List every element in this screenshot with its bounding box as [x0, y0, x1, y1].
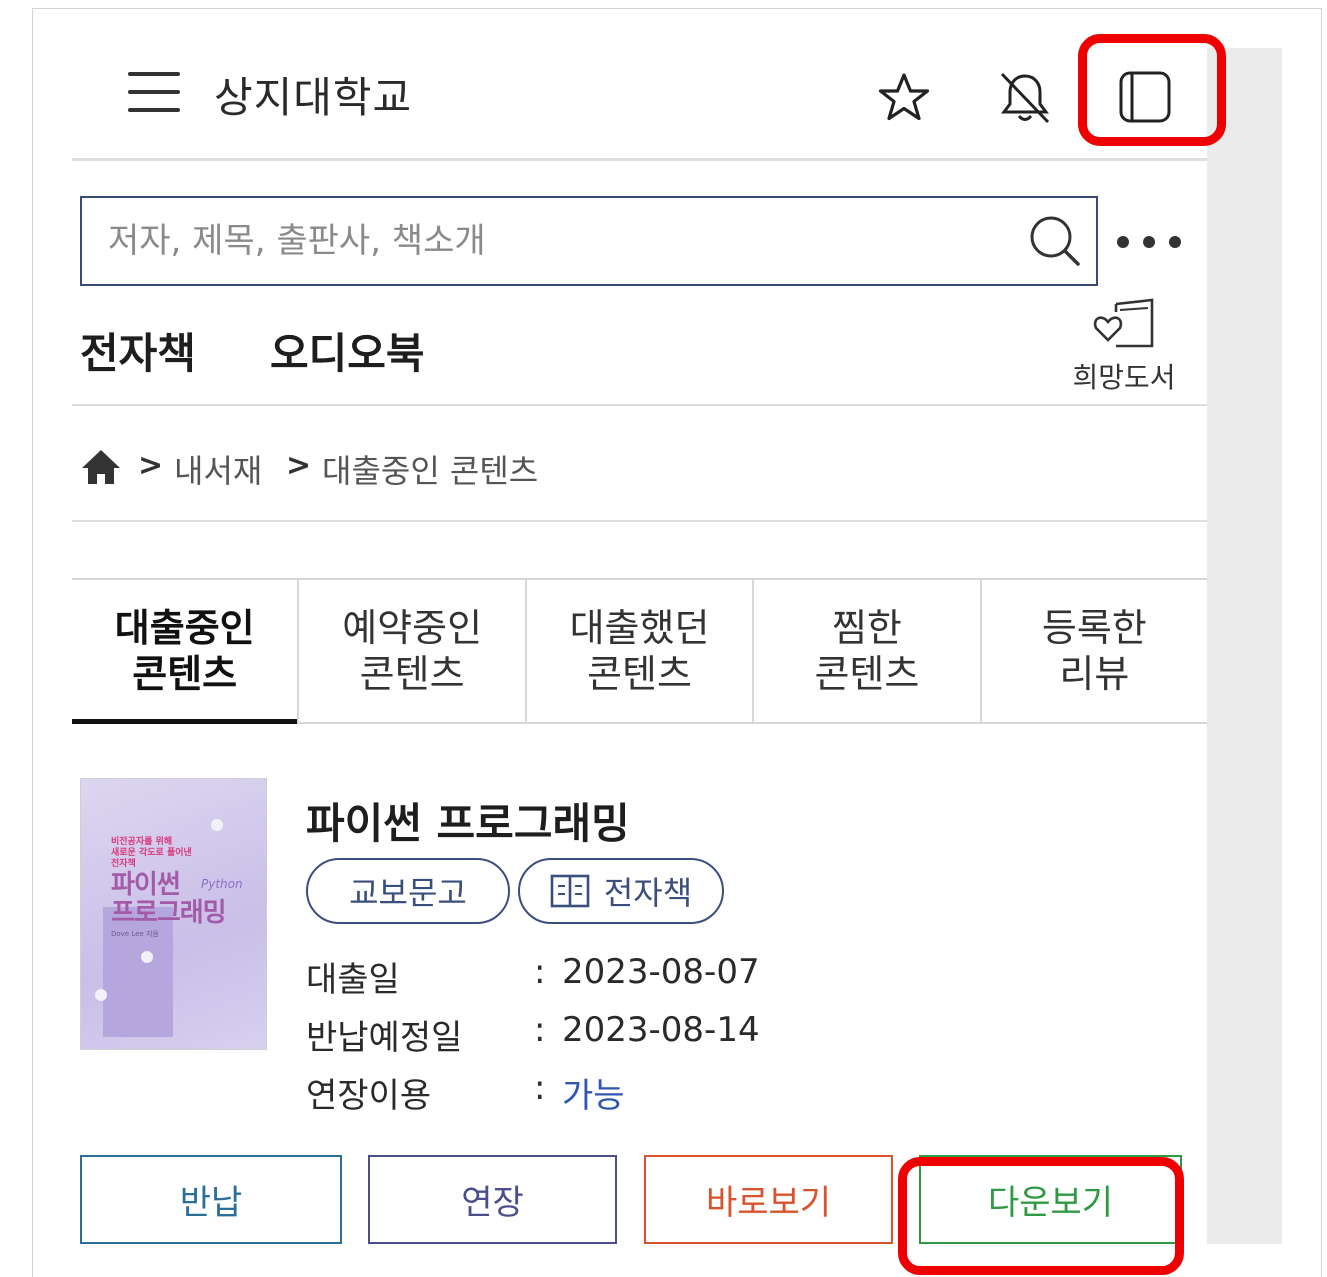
cover-title-line: 프로그래밍 [111, 898, 227, 928]
cover-dot [95, 989, 107, 1001]
due-date-value: 2023-08-14 [562, 1010, 760, 1050]
home-icon[interactable] [80, 448, 122, 486]
scrollbar-track[interactable] [1207, 48, 1282, 1244]
breadcrumb-separator: > [286, 448, 312, 483]
tab-label: 대출했던 [569, 606, 710, 650]
bell-off-icon[interactable] [996, 70, 1054, 126]
loan-date-value: 2023-08-07 [562, 952, 760, 992]
menu-icon[interactable] [128, 72, 180, 112]
tab-ebook[interactable]: 전자책 [80, 320, 196, 381]
breadcrumb-my-library[interactable]: 내서재 [174, 446, 262, 492]
app-title: 상지대학교 [214, 73, 413, 122]
extend-button[interactable]: 연장 [368, 1155, 617, 1244]
view-now-button[interactable]: 바로보기 [644, 1155, 893, 1244]
cover-subtitle: Python [201, 877, 243, 891]
info-colon: : [534, 1068, 546, 1108]
tab-label: 콘텐츠 [587, 652, 692, 696]
return-button[interactable]: 반납 [80, 1155, 342, 1244]
tablet-icon[interactable] [1118, 70, 1172, 124]
tab-label: 콘텐츠 [359, 652, 465, 696]
book-cover[interactable]: 비전공자를 위해 새로운 각도로 풀어낸 전자책 파이썬 프로그래밍 Pytho… [80, 778, 267, 1050]
breadcrumb-current: 대출중인 콘텐츠 [322, 452, 539, 490]
wish-book-button[interactable]: 희망도서 [1062, 296, 1186, 400]
tab-label: 콘텐츠 [132, 652, 238, 696]
tab-label: 리뷰 [1059, 652, 1130, 696]
tab-reserved[interactable]: 예약중인 콘텐츠 [297, 580, 524, 722]
cover-dot [211, 819, 223, 831]
book-open-icon [550, 874, 590, 908]
lending-tabs: 대출중인 콘텐츠 예약중인 콘텐츠 대출했던 콘텐츠 찜한 콘텐츠 등록한 리뷰 [72, 578, 1207, 724]
cover-tagline: 비전공자를 위해 새로운 각도로 풀어낸 전자책 [111, 837, 192, 870]
search-input[interactable] [108, 214, 1008, 268]
cover-tagline-line: 비전공자를 위해 [111, 837, 173, 847]
tab-label: 등록한 [1041, 606, 1147, 650]
tab-label: 찜한 [831, 606, 902, 650]
cover-author: Dove Lee 지음 [111, 930, 159, 938]
tab-audiobook[interactable]: 오디오북 [270, 320, 425, 381]
loan-date-label: 대출일 [306, 960, 400, 1000]
breadcrumb-divider [72, 520, 1207, 522]
publisher-badge: 교보문고 [306, 858, 510, 924]
header-divider [72, 158, 1207, 161]
star-icon[interactable] [876, 72, 932, 124]
extension-value[interactable]: 가능 [562, 1068, 625, 1117]
tab-reviews[interactable]: 등록한 리뷰 [979, 580, 1207, 722]
info-colon: : [534, 1010, 546, 1050]
search-icon[interactable] [1026, 212, 1084, 270]
tab-label: 대출중인 [114, 606, 255, 650]
tab-label: 콘텐츠 [814, 652, 920, 696]
wish-book-icon [1093, 298, 1154, 348]
publisher-label: 교보문고 [349, 874, 467, 912]
tab-history[interactable]: 대출했던 콘텐츠 [524, 580, 752, 722]
section-divider [72, 404, 1207, 406]
breadcrumb-separator: > [138, 448, 164, 483]
cover-tagline-line: 전자책 [111, 859, 136, 869]
tab-wishlist[interactable]: 찜한 콘텐츠 [752, 580, 979, 722]
format-label: 전자책 [603, 874, 693, 912]
wish-book-label: 희망도서 [1072, 361, 1176, 394]
cover-tagline-line: 새로운 각도로 풀어낸 [111, 848, 192, 858]
more-icon[interactable] [1114, 228, 1184, 256]
download-view-button[interactable]: 다운보기 [919, 1155, 1182, 1244]
extension-label: 연장이용 [306, 1076, 432, 1116]
tab-borrowed[interactable]: 대출중인 콘텐츠 [72, 580, 298, 724]
search-box [80, 196, 1098, 286]
book-title[interactable]: 파이썬 프로그래밍 [306, 790, 630, 851]
cover-dot [141, 951, 153, 963]
format-badge: 전자책 [518, 858, 724, 924]
due-date-label: 반납예정일 [306, 1018, 463, 1058]
info-colon: : [534, 952, 546, 992]
tab-label: 예약중인 [342, 606, 483, 650]
